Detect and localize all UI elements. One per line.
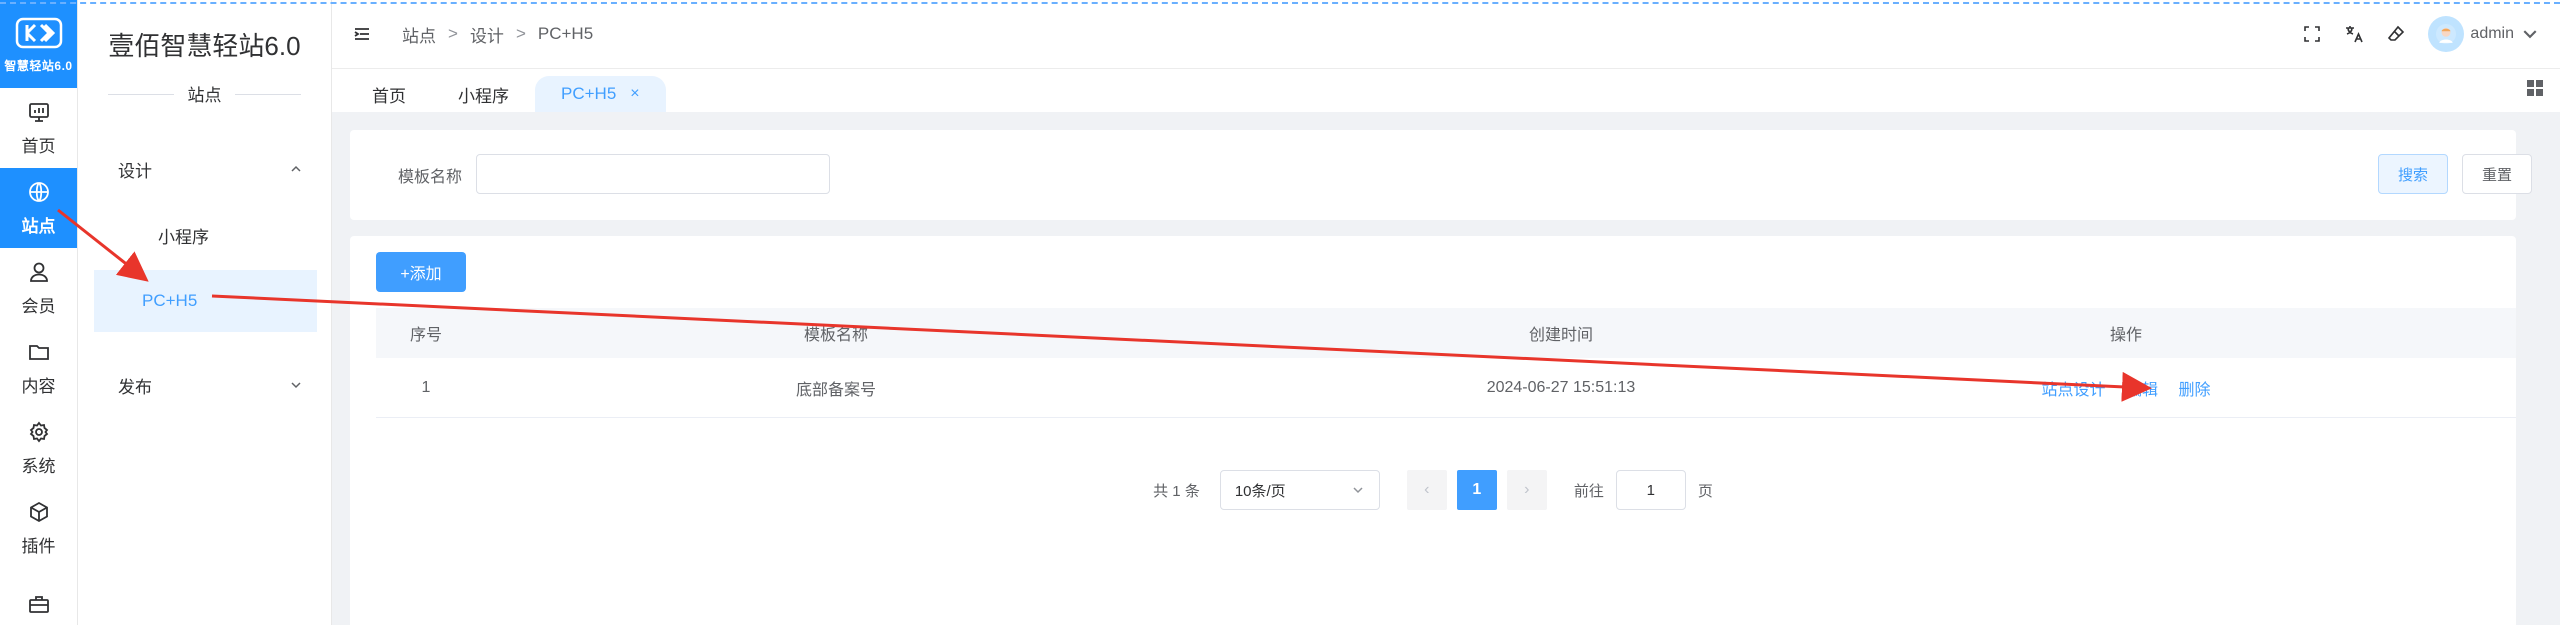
rail-item-member[interactable]: 会员 bbox=[0, 248, 77, 328]
user-icon bbox=[29, 262, 48, 282]
goto-unit: 页 bbox=[1697, 482, 1713, 500]
sidebar-item-pc-h5[interactable]: PC+H5 bbox=[94, 270, 317, 332]
reset-button[interactable]: 重置 bbox=[2462, 154, 2532, 194]
logo-icon bbox=[15, 17, 62, 48]
rail-item-label: 插件 bbox=[21, 536, 56, 556]
column-header: 创建时间 bbox=[1528, 327, 1593, 344]
goto-page-input[interactable]: 1 bbox=[1615, 470, 1686, 510]
column-header: 模板名称 bbox=[803, 327, 868, 344]
breadcrumb: 站点 > 设计 > PC+H5 bbox=[402, 22, 593, 47]
tab-label: 首页 bbox=[372, 86, 406, 106]
chevron-down-icon bbox=[1353, 487, 1363, 494]
app-logo[interactable]: 智慧轻站6.0 bbox=[0, 0, 77, 88]
column-header: 操作 bbox=[2109, 327, 2142, 344]
rail-item-home[interactable]: 首页 bbox=[0, 88, 77, 168]
template-name-label: 模板名称 bbox=[398, 169, 463, 186]
rail-item-system[interactable]: 系统 bbox=[0, 408, 77, 488]
logo-text: 智慧轻站6.0 bbox=[4, 58, 73, 73]
sidebar-item-miniprogram[interactable]: 小程序 bbox=[94, 204, 317, 266]
prev-page-button[interactable]: ‹ bbox=[1406, 470, 1447, 510]
site-design-link[interactable]: 站点设计 bbox=[2042, 382, 2106, 399]
sidebar-group-label: 设计 bbox=[118, 161, 152, 181]
grid-icon[interactable] bbox=[2526, 79, 2544, 97]
tab-pc-h5[interactable]: PC+H5 × bbox=[535, 76, 666, 112]
toolbox-icon bbox=[28, 596, 49, 613]
goto-label: 前往 bbox=[1573, 482, 1604, 500]
page-size-value: 10条/页 bbox=[1234, 482, 1286, 500]
add-button[interactable]: +添加 bbox=[376, 252, 466, 292]
avatar bbox=[2428, 16, 2465, 52]
breadcrumb-separator: > bbox=[515, 24, 526, 43]
breadcrumb-item-current: PC+H5 bbox=[537, 24, 594, 43]
rail-item-label: 首页 bbox=[21, 136, 56, 156]
translate-icon[interactable] bbox=[2344, 24, 2364, 44]
page-size-select[interactable]: 10条/页 bbox=[1219, 470, 1380, 510]
cube-icon bbox=[29, 501, 48, 522]
rail-item-label: 站点 bbox=[21, 216, 56, 236]
delete-link[interactable]: 删除 bbox=[2178, 382, 2210, 399]
close-icon[interactable]: × bbox=[630, 85, 639, 103]
goto-page: 前往 1 页 bbox=[1574, 470, 1713, 510]
rail-item-tools[interactable] bbox=[0, 568, 77, 616]
sidebar-item-label: PC+H5 bbox=[142, 291, 198, 310]
fullscreen-icon[interactable] bbox=[2302, 24, 2322, 44]
selection-dashed-border bbox=[0, 2, 2560, 4]
pagination: 共 1 条 10条/页 ‹ 1 › 前往 1 页 bbox=[350, 470, 2516, 510]
rail-item-plugin[interactable]: 插件 bbox=[0, 488, 77, 568]
table-row: 1 底部备案号 2024-06-27 15:51:13 站点设计 编辑 删除 bbox=[376, 358, 2516, 418]
chevron-down-icon bbox=[291, 382, 301, 389]
rail-item-content[interactable]: 内容 bbox=[0, 328, 77, 408]
cell-template-name: 底部备案号 bbox=[795, 381, 876, 399]
cell-created-time: 2024-06-27 15:51:13 bbox=[1486, 378, 1636, 396]
pagination-total: 共 1 条 bbox=[1153, 482, 1200, 500]
edit-link[interactable]: 编辑 bbox=[2126, 382, 2158, 399]
tab-label: PC+H5 bbox=[561, 84, 617, 103]
top-header: 站点 > 设计 > PC+H5 admin bbox=[332, 0, 2560, 68]
secondary-sidebar: 壹佰智慧轻站6.0 站点 设计 小程序 PC+H5 发布 bbox=[78, 0, 332, 625]
next-page-button[interactable]: › bbox=[1506, 470, 1547, 510]
breadcrumb-item[interactable]: 设计 bbox=[470, 22, 504, 47]
template-table-card: +添加 序号 模板名称 创建时间 操作 1 底部备案号 2024-06-27 1… bbox=[350, 236, 2516, 625]
template-name-input[interactable] bbox=[476, 154, 830, 194]
sidebar-item-label: 小程序 bbox=[158, 227, 209, 247]
avatar-icon bbox=[2436, 24, 2457, 44]
sidebar-group-label: 发布 bbox=[118, 377, 152, 397]
eraser-icon[interactable] bbox=[2386, 24, 2406, 44]
sidebar-group-design[interactable]: 设计 bbox=[78, 138, 331, 200]
rail-item-label: 会员 bbox=[21, 296, 56, 316]
page-number-button[interactable]: 1 bbox=[1456, 470, 1497, 510]
rail-item-label: 系统 bbox=[21, 456, 56, 476]
tab-miniprogram[interactable]: 小程序 bbox=[432, 76, 535, 112]
chevron-up-icon bbox=[291, 165, 301, 172]
tab-label: 小程序 bbox=[458, 86, 509, 106]
sidebar-subtitle: 站点 bbox=[78, 81, 331, 106]
menu-fold-icon[interactable] bbox=[352, 24, 372, 44]
rail-item-label: 内容 bbox=[21, 376, 56, 396]
cell-index: 1 bbox=[421, 378, 431, 396]
sidebar-group-publish[interactable]: 发布 bbox=[78, 354, 331, 416]
table-header: 序号 模板名称 创建时间 操作 bbox=[376, 308, 2516, 358]
header-actions: admin bbox=[2302, 16, 2540, 52]
monitor-icon bbox=[28, 102, 49, 122]
search-button[interactable]: 搜索 bbox=[2378, 154, 2448, 194]
user-menu[interactable]: admin bbox=[2428, 16, 2540, 52]
sidebar-title: 壹佰智慧轻站6.0 bbox=[108, 31, 301, 61]
folder-icon bbox=[28, 344, 49, 360]
search-form: 模板名称 搜索 重置 bbox=[350, 130, 2532, 220]
rail-item-site[interactable]: 站点 bbox=[0, 168, 77, 248]
column-header: 序号 bbox=[409, 327, 442, 344]
tab-bar: 首页 小程序 PC+H5 × bbox=[332, 68, 2560, 112]
username: admin bbox=[2470, 25, 2514, 42]
globe-icon bbox=[28, 181, 49, 202]
gear-icon bbox=[29, 421, 48, 442]
breadcrumb-item[interactable]: 站点 bbox=[402, 22, 436, 47]
chevron-down-icon bbox=[2523, 30, 2537, 39]
icon-rail: 智慧轻站6.0 首页 站点 会员 内容 系统 插件 bbox=[0, 0, 78, 625]
cell-actions: 站点设计 编辑 删除 bbox=[1926, 376, 2326, 400]
breadcrumb-separator: > bbox=[448, 24, 458, 43]
tab-home[interactable]: 首页 bbox=[346, 76, 432, 112]
